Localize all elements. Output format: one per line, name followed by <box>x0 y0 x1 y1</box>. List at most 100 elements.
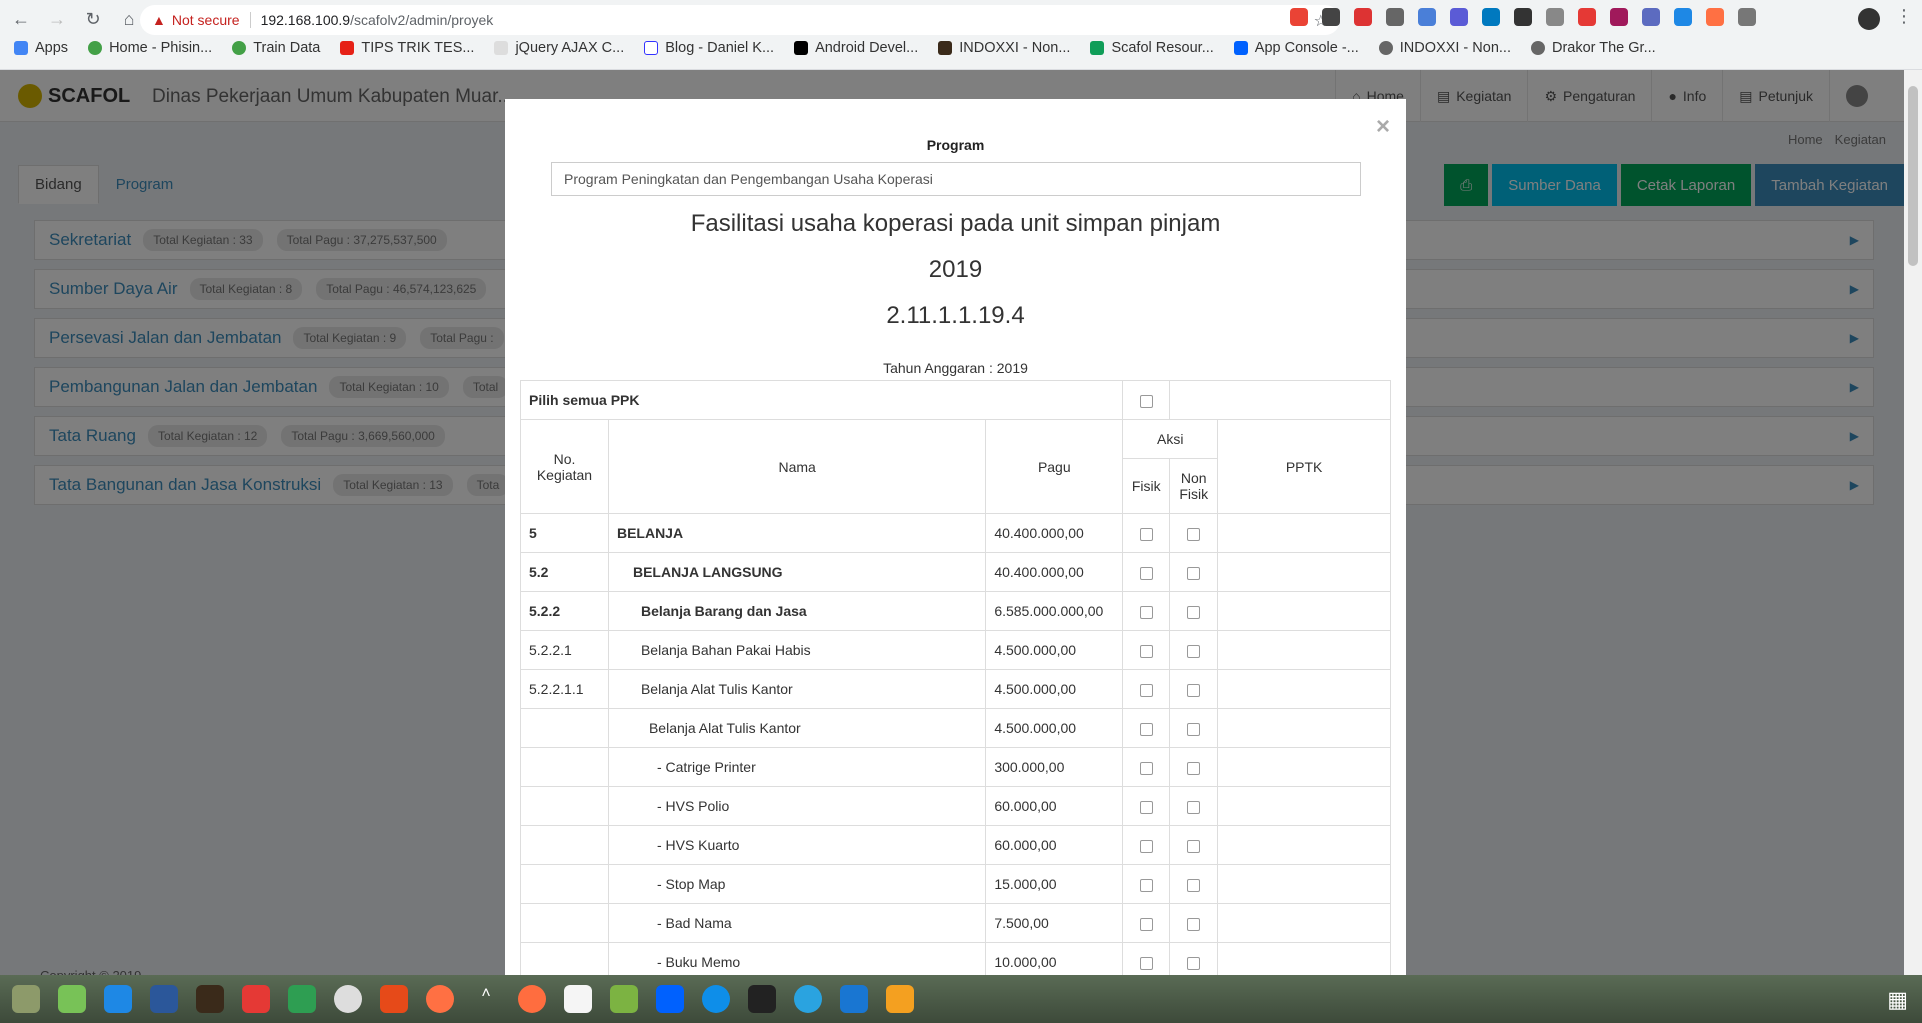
non-fisik-checkbox[interactable] <box>1187 527 1201 541</box>
non-fisik-checkbox[interactable] <box>1187 800 1201 814</box>
non-fisik-checkbox[interactable] <box>1187 956 1201 970</box>
fisik-cell <box>1122 903 1171 943</box>
fisik-checkbox[interactable] <box>1139 644 1153 658</box>
browser-menu-icon[interactable]: ⋮ <box>1895 6 1913 27</box>
bookmark-item[interactable]: Home - Phisin... <box>88 40 212 56</box>
non-fisik-checkbox[interactable] <box>1187 761 1201 775</box>
extension-icon[interactable] <box>1514 8 1532 26</box>
text-editor-icon[interactable] <box>564 985 592 1013</box>
back-icon[interactable]: ← <box>10 8 32 30</box>
program-field[interactable] <box>551 162 1361 196</box>
home-icon[interactable]: ⌂ <box>118 8 140 30</box>
extension-icon[interactable] <box>1578 8 1596 26</box>
bookmark-label: INDOXXI - Non... <box>959 40 1071 56</box>
forward-icon[interactable]: → <box>46 8 68 30</box>
bookmark-item[interactable]: Apps <box>14 40 68 56</box>
fisik-checkbox[interactable] <box>1139 683 1153 697</box>
non-fisik-checkbox[interactable] <box>1187 722 1201 736</box>
telegram-icon[interactable] <box>794 985 822 1013</box>
spreadsheet-icon[interactable] <box>288 985 316 1013</box>
table-row: 5.2.2 Belanja Barang dan Jasa 6.585.000.00… <box>520 591 1391 631</box>
row-pagu: 60.000,00 <box>985 825 1124 865</box>
bookmark-item[interactable]: App Console -... <box>1233 40 1359 56</box>
fisik-checkbox[interactable] <box>1139 839 1153 853</box>
fisik-checkbox[interactable] <box>1139 917 1153 931</box>
pptk-cell[interactable] <box>1217 591 1391 631</box>
non-fisik-checkbox[interactable] <box>1187 839 1201 853</box>
android-studio-icon[interactable] <box>58 985 86 1013</box>
firefox-icon[interactable] <box>426 985 454 1013</box>
pptk-cell[interactable] <box>1217 630 1391 670</box>
pptk-cell[interactable] <box>1217 669 1391 709</box>
file-manager-icon[interactable] <box>12 985 40 1013</box>
bookmark-item[interactable]: Drakor The Gr... <box>1530 40 1656 56</box>
pilih-semua-checkbox[interactable] <box>1139 394 1153 408</box>
non-fisik-checkbox[interactable] <box>1187 917 1201 931</box>
extension-icon[interactable] <box>1482 8 1500 26</box>
non-fisik-checkbox[interactable] <box>1187 683 1201 697</box>
extension-icon[interactable] <box>1706 8 1724 26</box>
extension-icon[interactable] <box>1418 8 1436 26</box>
teamviewer-icon[interactable] <box>702 985 730 1013</box>
extension-icon[interactable] <box>1354 8 1372 26</box>
bookmark-item[interactable]: jQuery AJAX C... <box>494 40 624 56</box>
bookmark-item[interactable]: Blog - Daniel K... <box>644 40 774 56</box>
pptk-cell[interactable] <box>1217 942 1391 975</box>
extension-icon[interactable] <box>1674 8 1692 26</box>
gimp-icon[interactable] <box>196 985 224 1013</box>
extension-icon[interactable] <box>1546 8 1564 26</box>
pptk-cell[interactable] <box>1217 708 1391 748</box>
bookmark-item[interactable]: INDOXXI - Non... <box>938 40 1070 56</box>
fisik-checkbox[interactable] <box>1139 722 1153 736</box>
address-bar[interactable]: ▲ Not secure 192.168.100.9/scafolv2/admi… <box>140 5 1340 35</box>
installer-icon[interactable] <box>886 985 914 1013</box>
profile-avatar[interactable] <box>1858 8 1880 30</box>
terminal-icon[interactable] <box>748 985 776 1013</box>
fisik-checkbox[interactable] <box>1139 878 1153 892</box>
fisik-checkbox[interactable] <box>1139 956 1153 970</box>
app-grid-icon[interactable]: ▦ <box>1887 987 1908 1013</box>
extension-icon[interactable] <box>1322 8 1340 26</box>
fisik-checkbox[interactable] <box>1139 605 1153 619</box>
extension-icon[interactable] <box>1738 8 1756 26</box>
fisik-checkbox[interactable] <box>1139 800 1153 814</box>
pptk-cell[interactable] <box>1217 747 1391 787</box>
bookmark-item[interactable]: TIPS TRIK TES... <box>340 40 474 56</box>
non-fisik-checkbox[interactable] <box>1187 644 1201 658</box>
page-scrollbar[interactable] <box>1904 70 1922 975</box>
pptk-cell[interactable] <box>1217 825 1391 865</box>
non-fisik-checkbox[interactable] <box>1187 878 1201 892</box>
pdf-icon[interactable] <box>242 985 270 1013</box>
table-row: 5 BELANJA 40.400.000,00 <box>520 513 1391 553</box>
postman-icon[interactable] <box>518 985 546 1013</box>
fisik-checkbox[interactable] <box>1139 566 1153 580</box>
extension-icon[interactable] <box>1386 8 1404 26</box>
non-fisik-checkbox[interactable] <box>1187 605 1201 619</box>
vscode-icon[interactable] <box>104 985 132 1013</box>
non-fisik-checkbox[interactable] <box>1187 566 1201 580</box>
bookmark-item[interactable]: Scafol Resour... <box>1090 40 1214 56</box>
chrome-icon[interactable] <box>334 985 362 1013</box>
scrollbar-thumb[interactable] <box>1908 86 1918 266</box>
reload-icon[interactable]: ↻ <box>82 8 104 30</box>
extension-icon[interactable] <box>1290 8 1308 26</box>
extension-icon[interactable] <box>1642 8 1660 26</box>
fisik-checkbox[interactable] <box>1139 761 1153 775</box>
chevron-up-icon[interactable]: ˄ <box>472 985 500 1013</box>
pptk-cell[interactable] <box>1217 786 1391 826</box>
presentation-icon[interactable] <box>380 985 408 1013</box>
bookmark-item[interactable]: INDOXXI - Non... <box>1378 40 1511 56</box>
fisik-checkbox[interactable] <box>1139 527 1153 541</box>
pptk-cell[interactable] <box>1217 864 1391 904</box>
extension-icon[interactable] <box>1450 8 1468 26</box>
box-icon[interactable] <box>610 985 638 1013</box>
monitor-icon[interactable] <box>840 985 868 1013</box>
pptk-cell[interactable] <box>1217 513 1391 553</box>
pptk-cell[interactable] <box>1217 903 1391 943</box>
extension-icon[interactable] <box>1610 8 1628 26</box>
pptk-cell[interactable] <box>1217 552 1391 592</box>
bookmark-item[interactable]: Train Data <box>232 40 320 56</box>
bookmark-item[interactable]: Android Devel... <box>794 40 918 56</box>
word-icon[interactable] <box>150 985 178 1013</box>
dropbox-icon[interactable] <box>656 985 684 1013</box>
